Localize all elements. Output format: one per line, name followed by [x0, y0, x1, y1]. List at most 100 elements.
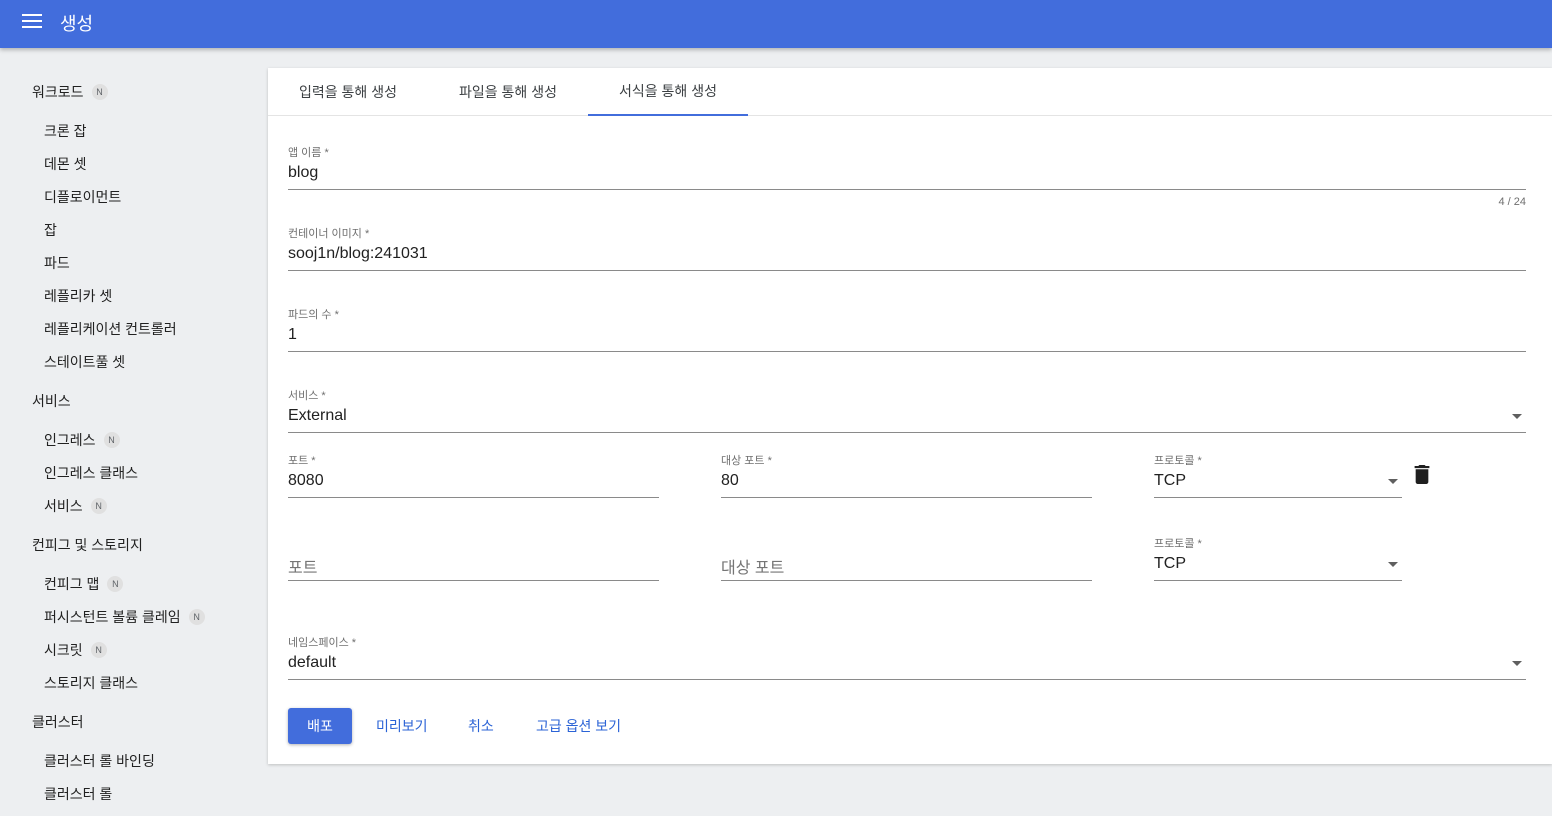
preview-button[interactable]: 미리보기	[376, 708, 428, 744]
sidebar-item-daemonsets[interactable]: 데몬 셋	[44, 154, 87, 174]
field-underline	[288, 580, 659, 581]
sidebar-item-secrets[interactable]: 시크릿 N	[44, 640, 107, 660]
dropdown-arrow-icon[interactable]	[1388, 562, 1398, 567]
port-input[interactable]: 8080	[288, 472, 324, 490]
sidebar-item-storage-classes[interactable]: 스토리지 클래스	[44, 673, 138, 693]
app-name-label: 앱 이름 *	[288, 147, 329, 159]
sidebar-item-configmaps[interactable]: 컨피그 맵 N	[44, 574, 124, 594]
sidebar-section-config-storage[interactable]: 컨피그 및 스토리지	[32, 535, 143, 555]
advanced-options-button[interactable]: 고급 옵션 보기	[536, 708, 621, 744]
target-port-input[interactable]: 80	[721, 472, 739, 490]
protocol-select-2[interactable]: 프로토콜 * TCP	[1154, 535, 1402, 581]
port-field-empty[interactable]: 포트	[288, 535, 659, 581]
field-underline	[1154, 497, 1402, 498]
new-badge: N	[107, 576, 124, 592]
service-label: 서비스 *	[288, 390, 326, 402]
service-select[interactable]: 서비스 * External	[288, 387, 1526, 433]
port-label: 포트 *	[288, 455, 316, 467]
pod-count-label: 파드의 수 *	[288, 309, 339, 321]
sidebar-item-cluster-roles[interactable]: 클러스터 롤	[44, 784, 112, 804]
sidebar-item-cluster-role-bindings[interactable]: 클러스터 롤 바인딩	[44, 751, 155, 771]
sidebar-item-replication-controllers[interactable]: 레플리케이션 컨트롤러	[44, 319, 177, 339]
sidebar-section-cluster[interactable]: 클러스터	[32, 712, 84, 732]
menu-icon[interactable]	[22, 14, 42, 28]
app-name-input[interactable]: blog	[288, 164, 318, 182]
sidebar-item-ingresses[interactable]: 인그레스 N	[44, 430, 120, 450]
protocol-label: 프로토콜 *	[1154, 538, 1202, 550]
sidebar-item-pods[interactable]: 파드	[44, 253, 70, 273]
field-underline	[1154, 580, 1402, 581]
sidebar-item-services[interactable]: 서비스 N	[44, 496, 107, 516]
namespace-label: 네임스페이스 *	[288, 637, 357, 649]
sidebar-section-label: 서비스	[32, 393, 71, 409]
sidebar-section-workloads[interactable]: 워크로드 N	[32, 82, 108, 102]
sidebar-item-label: 디플로이먼트	[44, 189, 122, 205]
dropdown-arrow-icon[interactable]	[1388, 479, 1398, 484]
sidebar-item-cronjobs[interactable]: 크론 잡	[44, 121, 87, 141]
field-underline	[288, 351, 1526, 352]
field-underline	[288, 270, 1526, 271]
field-underline	[288, 679, 1526, 680]
field-underline	[288, 497, 659, 498]
new-badge: N	[90, 498, 107, 514]
protocol-value: TCP	[1154, 555, 1186, 572]
sidebar-item-statefulsets[interactable]: 스테이트풀 셋	[44, 352, 125, 372]
sidebar-item-label: 클러스터 롤	[44, 786, 113, 802]
sidebar-section-label: 클러스터	[32, 714, 84, 730]
protocol-value: TCP	[1154, 472, 1186, 489]
cancel-button[interactable]: 취소	[468, 708, 494, 744]
create-form-card: 입력을 통해 생성 파일을 통해 생성 서식을 통해 생성 앱 이름 * blo…	[268, 68, 1552, 764]
sidebar-item-label: 서비스	[44, 498, 83, 514]
sidebar-item-jobs[interactable]: 잡	[44, 220, 57, 240]
sidebar-item-ingress-classes[interactable]: 인그레스 클래스	[44, 463, 138, 483]
app-name-field[interactable]: 앱 이름 * blog	[288, 144, 1526, 190]
field-underline	[288, 189, 1526, 190]
container-image-input[interactable]: sooj1n/blog:241031	[288, 245, 428, 263]
sidebar-item-deployments[interactable]: 디플로이먼트	[44, 187, 121, 207]
new-badge: N	[188, 609, 205, 625]
sidebar-item-label: 클러스터 롤 바인딩	[44, 753, 155, 769]
container-image-label: 컨테이너 이미지 *	[288, 228, 370, 240]
new-badge: N	[91, 84, 108, 100]
deploy-button[interactable]: 배포	[288, 708, 352, 744]
sidebar-item-label: 스토리지 클래스	[44, 675, 139, 691]
pod-count-field[interactable]: 파드의 수 * 1	[288, 306, 1526, 352]
sidebar-item-label: 스테이트풀 셋	[44, 354, 126, 370]
protocol-select[interactable]: 프로토콜 * TCP	[1154, 452, 1402, 498]
namespace-select[interactable]: 네임스페이스 * default	[288, 634, 1526, 680]
sidebar-item-label: 컨피그 맵	[44, 576, 100, 592]
app-name-counter: 4 / 24	[1498, 196, 1526, 208]
sidebar-item-label: 레플리케이션 컨트롤러	[44, 321, 177, 337]
sidebar-section-services[interactable]: 서비스	[32, 391, 71, 411]
sidebar-item-replicasets[interactable]: 레플리카 셋	[44, 286, 112, 306]
tab-create-from-form[interactable]: 서식을 통해 생성	[588, 68, 748, 116]
sidebar-item-label: 인그레스 클래스	[44, 465, 139, 481]
new-badge: N	[103, 432, 120, 448]
target-port-field-empty[interactable]: 대상 포트	[721, 535, 1092, 581]
field-underline	[721, 580, 1092, 581]
sidebar-item-label: 파드	[44, 255, 70, 271]
dropdown-arrow-icon[interactable]	[1512, 414, 1522, 419]
pod-count-input[interactable]: 1	[288, 326, 297, 344]
tab-create-from-input[interactable]: 입력을 통해 생성	[268, 68, 428, 116]
container-image-field[interactable]: 컨테이너 이미지 * sooj1n/blog:241031	[288, 225, 1526, 271]
target-port-placeholder[interactable]: 대상 포트	[721, 554, 784, 578]
sidebar-item-label: 크론 잡	[44, 123, 87, 139]
sidebar-nav: 워크로드 N 크론 잡 데몬 셋 디플로이먼트 잡 파드 레플리카 셋 레플리케…	[0, 48, 268, 816]
sidebar-section-label: 워크로드	[32, 84, 84, 100]
target-port-field[interactable]: 대상 포트 * 80	[721, 452, 1092, 498]
sidebar-item-label: 퍼시스턴트 볼륨 클레임	[44, 609, 181, 625]
dropdown-arrow-icon[interactable]	[1512, 661, 1522, 666]
namespace-value: default	[288, 654, 337, 671]
sidebar-item-label: 인그레스	[44, 432, 96, 448]
sidebar-item-persistent-volume-claims[interactable]: 퍼시스턴트 볼륨 클레임 N	[44, 607, 205, 627]
delete-icon[interactable]	[1414, 465, 1430, 484]
create-tabs: 입력을 통해 생성 파일을 통해 생성 서식을 통해 생성	[268, 68, 1552, 116]
port-placeholder[interactable]: 포트	[288, 554, 317, 578]
port-field[interactable]: 포트 * 8080	[288, 452, 659, 498]
target-port-label: 대상 포트 *	[721, 455, 772, 467]
field-underline	[288, 432, 1526, 433]
tab-create-from-file[interactable]: 파일을 통해 생성	[428, 68, 588, 116]
service-value: External	[288, 407, 347, 424]
sidebar-item-label: 레플리카 셋	[44, 288, 113, 304]
